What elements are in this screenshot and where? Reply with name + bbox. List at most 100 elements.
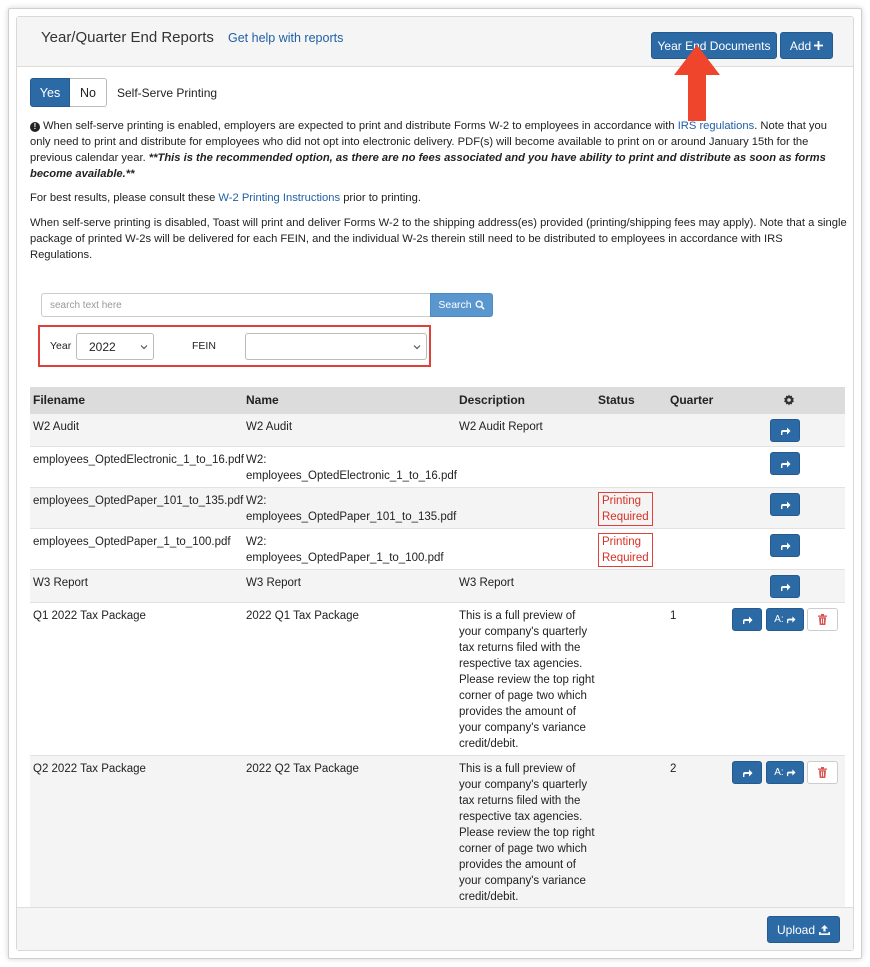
panel-header: Year/Quarter End Reports Get help with r…	[17, 17, 853, 67]
upload-label: Upload	[776, 922, 816, 937]
header-quarter: Quarter	[670, 393, 714, 407]
cell-filename: employees_OptedPaper_1_to_100.pdf	[33, 536, 231, 548]
cell-name: W2: employees_OptedPaper_1_to_100.pdf	[246, 536, 444, 564]
search-button[interactable]: Search	[430, 293, 493, 317]
irs-regulations-link[interactable]: IRS regulations	[678, 120, 755, 132]
cell-status: Printing Required	[598, 492, 653, 526]
trash-icon	[818, 767, 827, 778]
cell-status: Printing Required	[598, 533, 653, 567]
gear-icon[interactable]	[783, 394, 795, 406]
info-paragraph: ! When self-serve printing is enabled, em…	[30, 118, 847, 182]
reports-panel: Year/Quarter End Reports Get help with r…	[16, 16, 854, 951]
screenshot-frame: Year/Quarter End Reports Get help with r…	[8, 8, 862, 959]
open-button[interactable]	[732, 608, 762, 631]
cell-filename: Q1 2022 Tax Package	[33, 610, 146, 622]
open-button[interactable]	[770, 452, 800, 475]
chevron-down-icon	[413, 345, 421, 350]
trash-icon	[818, 614, 827, 625]
share-arrow-icon	[786, 769, 796, 777]
cell-description: W2 Audit Report	[459, 421, 543, 433]
year-label: Year	[50, 340, 72, 352]
panel-footer: Upload	[17, 907, 853, 950]
table-row: Q2 2022 Tax Package 2022 Q2 Tax Package …	[30, 756, 845, 909]
table-row: employees_OptedPaper_101_to_135.pdf W2: …	[30, 488, 845, 529]
recommended-note: **This is the recommended option, as the…	[30, 152, 826, 180]
amended-label: A:	[774, 766, 784, 778]
share-arrow-icon	[780, 583, 790, 591]
printing-required-badge: Printing Required	[598, 492, 653, 526]
share-arrow-icon	[780, 427, 790, 435]
toggle-no-button[interactable]: No	[70, 78, 107, 107]
cell-filename: W2 Audit	[33, 421, 80, 433]
printing-required-badge: Printing Required	[598, 533, 653, 567]
cell-filename: employees_OptedPaper_101_to_135.pdf	[33, 495, 244, 507]
cell-filename: W3 Report	[33, 577, 88, 589]
cell-name: 2022 Q2 Tax Package	[246, 763, 359, 775]
chevron-down-icon	[140, 345, 148, 350]
share-arrow-icon	[742, 769, 752, 777]
info-text-a: When self-serve printing is enabled, emp…	[43, 120, 678, 132]
page-title: Year/Quarter End Reports	[41, 29, 214, 46]
cell-quarter: 1	[670, 610, 677, 622]
open-button[interactable]	[770, 534, 800, 557]
cell-description: W3 Report	[459, 577, 514, 589]
upload-button[interactable]: Upload	[767, 916, 840, 943]
table-row: employees_OptedElectronic_1_to_16.pdf W2…	[30, 447, 845, 488]
reports-table: Filename Name Description Status Quarter…	[30, 387, 845, 909]
header-name: Name	[246, 393, 279, 407]
amended-label: A:	[774, 613, 784, 625]
help-link[interactable]: Get help with reports	[228, 31, 343, 45]
share-arrow-icon	[780, 460, 790, 468]
instructions-text-a: For best results, please consult these	[30, 192, 219, 204]
cell-name: 2022 Q1 Tax Package	[246, 610, 359, 622]
table-row: employees_OptedPaper_1_to_100.pdf W2: em…	[30, 529, 845, 570]
search-icon	[475, 300, 485, 310]
disabled-printing-paragraph: When self-serve printing is disabled, To…	[30, 217, 847, 261]
toggle-yes-button[interactable]: Yes	[30, 78, 70, 107]
cell-description: This is a full preview of your company's…	[459, 763, 595, 903]
upload-icon	[819, 924, 831, 935]
table-header: Filename Name Description Status Quarter	[30, 387, 845, 414]
fein-label: FEIN	[192, 340, 216, 352]
info-icon: !	[30, 122, 40, 132]
header-filename: Filename	[33, 393, 86, 407]
amended-open-button[interactable]: A:	[766, 761, 804, 784]
share-arrow-icon	[780, 501, 790, 509]
self-serve-toggle: Yes No	[30, 78, 107, 107]
year-select[interactable]: 2022	[76, 333, 154, 360]
open-button[interactable]	[770, 575, 800, 598]
year-value: 2022	[89, 339, 116, 354]
plus-icon	[814, 41, 824, 50]
header-status: Status	[598, 393, 635, 407]
cell-filename: Q2 2022 Tax Package	[33, 763, 146, 775]
open-button[interactable]	[770, 493, 800, 516]
amended-open-button[interactable]: A:	[766, 608, 804, 631]
delete-button[interactable]	[807, 608, 838, 631]
cell-quarter: 2	[670, 763, 677, 775]
filter-highlight-box: Year 2022 FEIN	[38, 325, 431, 367]
open-button[interactable]	[770, 419, 800, 442]
cell-filename: employees_OptedElectronic_1_to_16.pdf	[33, 454, 244, 466]
delete-button[interactable]	[807, 761, 838, 784]
w2-printing-instructions-link[interactable]: W-2 Printing Instructions	[218, 192, 340, 204]
share-arrow-icon	[742, 616, 752, 624]
instructions-text-b: prior to printing.	[340, 192, 421, 204]
cell-name: W2: employees_OptedPaper_101_to_135.pdf	[246, 495, 457, 523]
cell-name: W3 Report	[246, 577, 301, 589]
table-row: W3 Report W3 Report W3 Report	[30, 570, 845, 603]
add-button[interactable]: Add	[780, 32, 833, 59]
search-label: Search	[438, 299, 472, 311]
printing-instructions-paragraph: For best results, please consult these W…	[30, 190, 847, 206]
cell-name: W2 Audit	[246, 421, 293, 433]
cell-description: This is a full preview of your company's…	[459, 610, 595, 750]
share-arrow-icon	[786, 616, 796, 624]
add-label: Add	[789, 38, 812, 53]
search-input[interactable]	[41, 293, 431, 317]
share-arrow-icon	[780, 542, 790, 550]
open-button[interactable]	[732, 761, 762, 784]
annotation-arrow	[674, 45, 720, 121]
fein-select[interactable]	[245, 333, 427, 360]
table-row: W2 Audit W2 Audit W2 Audit Report	[30, 414, 845, 447]
cell-name: W2: employees_OptedElectronic_1_to_16.pd…	[246, 454, 457, 482]
table-row: Q1 2022 Tax Package 2022 Q1 Tax Package …	[30, 603, 845, 756]
